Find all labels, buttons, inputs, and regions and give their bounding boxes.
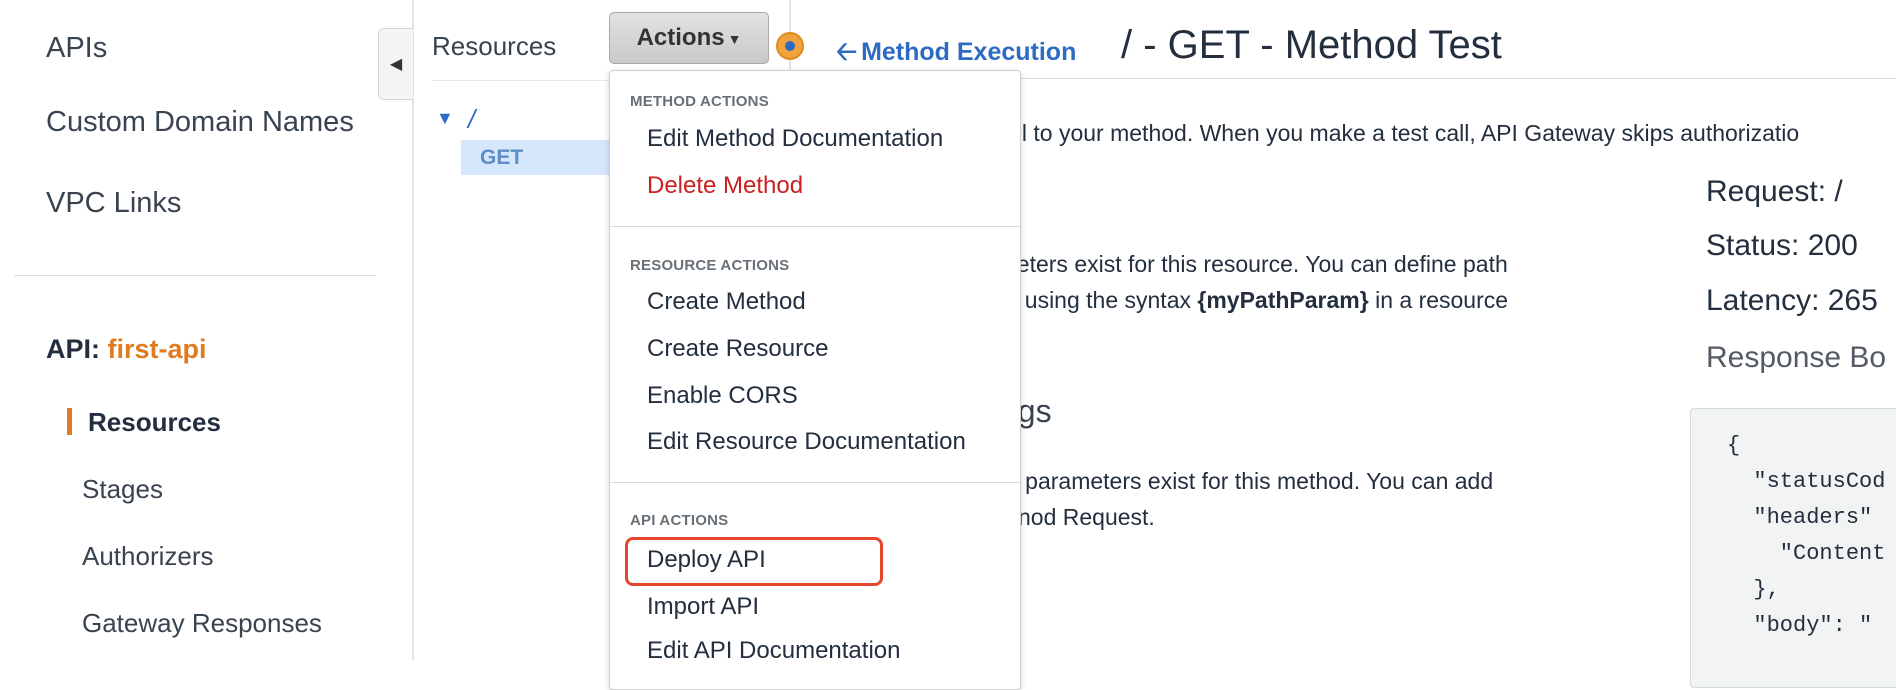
- method-execution-label: Method Execution: [861, 38, 1077, 66]
- response-body-code: { "statusCod "headers" "Content }, "body…: [1690, 408, 1896, 688]
- menu-divider: [610, 226, 1020, 227]
- api-name[interactable]: first-api: [108, 334, 207, 364]
- page-title: / - GET - Method Test: [1121, 23, 1502, 67]
- collapse-sidebar-button[interactable]: ◀: [378, 28, 413, 100]
- menu-header-method-actions: METHOD ACTIONS: [630, 93, 769, 110]
- actions-button[interactable]: Actions ▼: [609, 12, 769, 64]
- query-params-text-1: g parameters exist for this method. You …: [1006, 468, 1494, 494]
- nav-apis[interactable]: APIs: [46, 32, 107, 65]
- menu-item-import-api[interactable]: Import API: [647, 593, 759, 621]
- response-body-heading: Response Bo: [1706, 341, 1887, 374]
- active-indicator: [67, 408, 72, 435]
- sidebar-item-authorizers[interactable]: Authorizers: [82, 541, 214, 572]
- menu-item-delete-method[interactable]: Delete Method: [647, 172, 803, 200]
- menu-item-create-resource[interactable]: Create Resource: [647, 335, 828, 363]
- sidebar-item-stages[interactable]: Stages: [82, 474, 163, 505]
- menu-item-enable-cors[interactable]: Enable CORS: [647, 382, 798, 410]
- sidebar-item-resources[interactable]: Resources: [88, 407, 221, 438]
- nav-vpc-links[interactable]: VPC Links: [46, 187, 181, 220]
- path-param-syntax: {myPathParam}: [1197, 287, 1369, 313]
- intro-text: all to your method. When you make a test…: [1004, 120, 1800, 146]
- menu-item-create-method[interactable]: Create Method: [647, 288, 806, 316]
- menu-header-api-actions: API ACTIONS: [630, 512, 729, 529]
- api-label-prefix: API:: [46, 334, 100, 364]
- resources-title: Resources: [432, 31, 557, 61]
- actions-label: Actions: [636, 24, 725, 51]
- api-label: API: first-api: [46, 334, 207, 365]
- result-latency: Latency: 265: [1706, 284, 1878, 317]
- tree-expand-icon[interactable]: ▼: [436, 108, 454, 129]
- path-params-text-2: / using the syntax {myPathParam} in a re…: [1012, 287, 1508, 314]
- code-line: "headers": [1727, 505, 1873, 530]
- status-dot-icon: [776, 32, 804, 60]
- menu-header-resource-actions: RESOURCE ACTIONS: [630, 257, 790, 274]
- result-request: Request: /: [1706, 175, 1843, 208]
- menu-divider: [610, 482, 1020, 483]
- deploy-api-highlight: [625, 537, 883, 586]
- code-line: {: [1727, 433, 1741, 458]
- code-line: "statusCod: [1727, 469, 1886, 494]
- caret-left-icon: ◀: [389, 56, 403, 73]
- chevron-down-icon: ▼: [727, 31, 742, 47]
- menu-item-edit-method-documentation[interactable]: Edit Method Documentation: [647, 125, 943, 153]
- path-params-text-2-b: in a resource: [1368, 287, 1509, 313]
- nav-custom-domain-names[interactable]: Custom Domain Names: [46, 106, 354, 139]
- code-line: },: [1727, 577, 1780, 602]
- code-line: "body": ": [1727, 613, 1873, 638]
- actions-dropdown-menu: METHOD ACTIONS Edit Method Documentation…: [609, 70, 1021, 690]
- menu-item-edit-api-documentation[interactable]: Edit API Documentation: [647, 637, 900, 665]
- tree-method-get[interactable]: GET: [480, 146, 523, 170]
- query-params-text-2: nod Request.: [1018, 504, 1155, 530]
- result-status: Status: 200: [1706, 229, 1858, 262]
- sidebar-item-gateway-responses[interactable]: Gateway Responses: [82, 608, 322, 639]
- tree-root-resource[interactable]: /: [468, 104, 475, 135]
- nav-divider: [14, 275, 376, 276]
- code-line: "Content: [1727, 541, 1886, 566]
- tree-divider: [432, 80, 612, 81]
- arrow-left-icon: 🡠: [836, 36, 858, 66]
- menu-item-edit-resource-documentation[interactable]: Edit Resource Documentation: [647, 428, 966, 456]
- path-params-text-2-a: / using the syntax: [1012, 287, 1198, 313]
- path-params-text-1: neters exist for this resource. You can …: [1004, 251, 1508, 277]
